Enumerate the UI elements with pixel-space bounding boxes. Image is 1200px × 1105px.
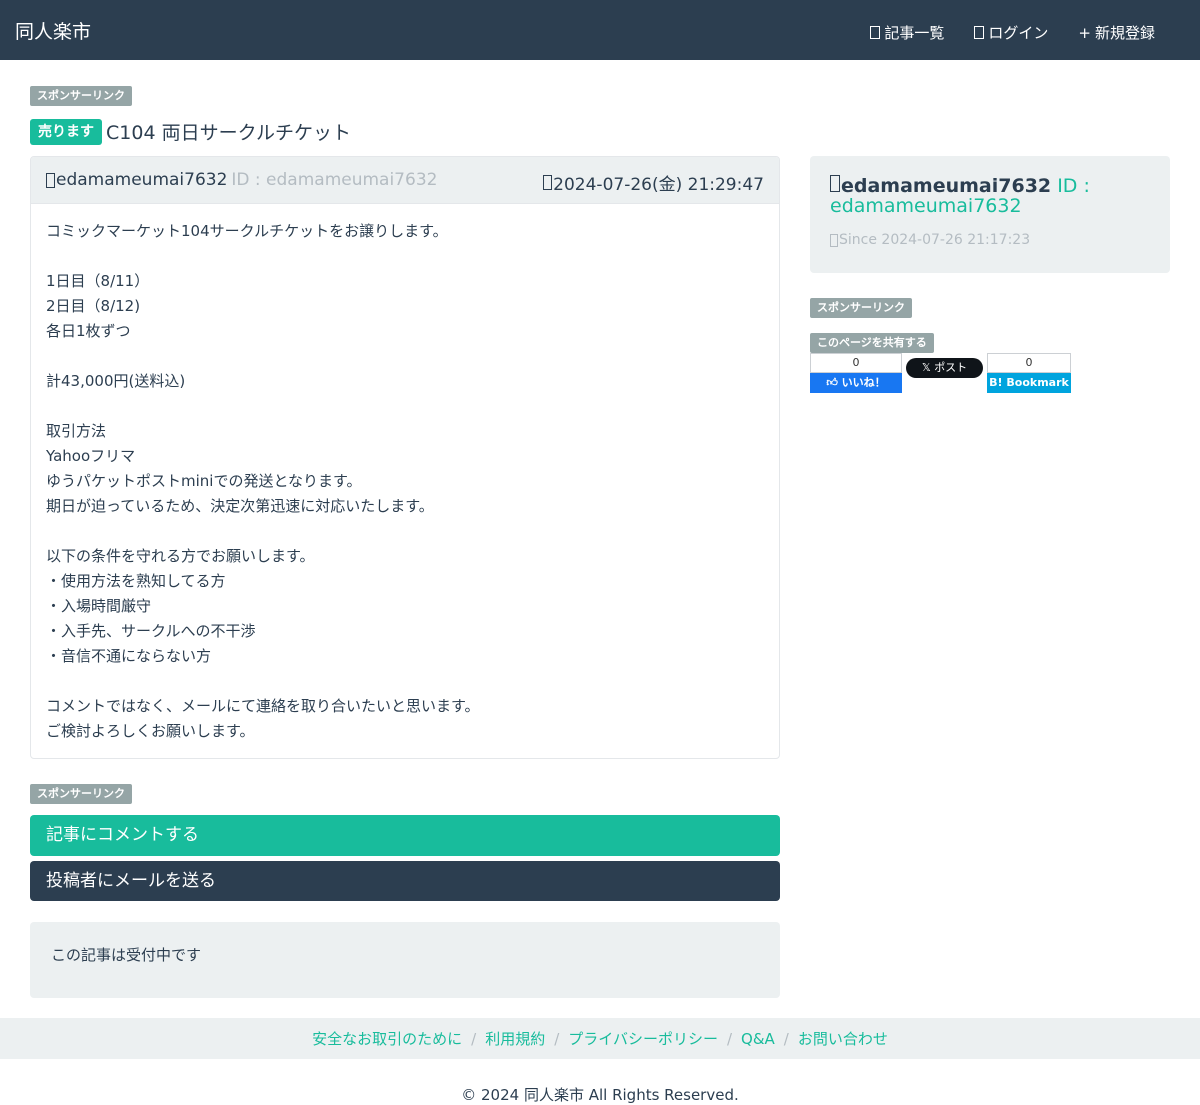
list-icon [870, 26, 881, 39]
sponsor-badge-middle: スポンサーリンク [30, 784, 132, 804]
clock-icon [543, 175, 553, 190]
hb-label-row: B! Bookmark [987, 373, 1071, 393]
sidebar-since-text: Since 2024-07-26 21:17:23 [839, 232, 1031, 248]
nav-links: 記事一覧 ログイン + 新規登録 [870, 22, 1155, 43]
post-header: edamameumai7632 ID : edamameumai7632 202… [31, 157, 779, 204]
status-text: この記事は受付中です [51, 946, 202, 964]
post-author-id: ID : edamameumai7632 [231, 170, 438, 190]
plus-icon: + [1078, 23, 1091, 42]
sponsor-badge-top: スポンサーリンク [30, 86, 132, 106]
fb-like-count: 0 [810, 353, 902, 373]
post-body: コミックマーケット104サークルチケットをお譲りします。 1日目（8/11） 2… [46, 222, 480, 740]
footer-link-safety[interactable]: 安全なお取引のために [312, 1028, 462, 1049]
footer-link-qa[interactable]: Q&A [741, 1030, 775, 1048]
footer-links: 安全なお取引のために / 利用規約 / プライバシーポリシー / Q&A / お… [0, 1018, 1200, 1059]
post-title: C104 両日サークルチケット [106, 122, 352, 144]
user-icon [46, 172, 55, 188]
facebook-like-button[interactable]: 0 👍︎ いいね！ [810, 353, 902, 393]
nav-register-link[interactable]: + 新規登録 [1078, 22, 1155, 43]
sidebar-author: edamameumai7632 ID : edamameumai7632 [830, 175, 1150, 216]
nav-login-link[interactable]: ログイン [974, 22, 1048, 43]
site-brand[interactable]: 同人楽市 [15, 17, 91, 44]
post-type-badge: 売ります [30, 118, 102, 145]
x-logo-icon: 𝕏 [921, 361, 931, 374]
sidebar-since: Since 2024-07-26 21:17:23 [830, 232, 1030, 248]
hb-label: Bookmark [1006, 376, 1069, 389]
hatena-b-icon: B! [989, 376, 1003, 389]
nav-login-label: ログイン [988, 24, 1049, 42]
post-date: 2024-07-26(金) 21:29:47 [543, 170, 764, 195]
hatena-bookmark-button[interactable]: 0 B! Bookmark [987, 353, 1071, 393]
post-date-text: 2024-07-26(金) 21:29:47 [553, 175, 764, 195]
hb-count: 0 [987, 353, 1071, 373]
comment-button[interactable]: 記事にコメントする [30, 815, 780, 856]
login-icon [974, 26, 985, 39]
footer-separator: / [726, 1029, 733, 1048]
calendar-icon [830, 233, 838, 247]
footer-link-privacy[interactable]: プライバシーポリシー [568, 1028, 718, 1049]
mail-button[interactable]: 投稿者にメールを送る [30, 861, 780, 901]
copyright: © 2024 同人楽市 All Rights Reserved. [461, 1086, 739, 1104]
footer-link-terms[interactable]: 利用規約 [485, 1028, 545, 1049]
x-post-button[interactable]: 𝕏 ポスト [906, 358, 983, 378]
post-card: edamameumai7632 ID : edamameumai7632 202… [30, 156, 780, 759]
fb-like-label: 👍︎ いいね！ [810, 373, 902, 393]
thumbs-up-icon: 👍︎ [826, 376, 838, 389]
status-panel: この記事は受付中です [30, 922, 780, 998]
sidebar-author-name[interactable]: edamameumai7632 [841, 175, 1051, 197]
footer-separator: / [471, 1029, 477, 1048]
nav-register-label: 新規登録 [1094, 24, 1155, 42]
footer-separator: / [554, 1029, 560, 1048]
navbar: 同人楽市 記事一覧 ログイン + 新規登録 [0, 0, 1200, 60]
user-icon [830, 175, 840, 192]
nav-articles-link[interactable]: 記事一覧 [870, 22, 944, 43]
post-title-row: 売ります C104 両日サークルチケット [30, 118, 351, 145]
post-author-name[interactable]: edamameumai7632 [56, 170, 227, 190]
footer-separator: / [783, 1029, 789, 1048]
sponsor-badge-sidebar: スポンサーリンク [810, 298, 912, 318]
footer-link-contact[interactable]: お問い合わせ [798, 1028, 888, 1049]
post-author: edamameumai7632 ID : edamameumai7632 [46, 170, 437, 190]
author-panel: edamameumai7632 ID : edamameumai7632 Sin… [810, 156, 1170, 273]
share-label: このページを共有する [810, 333, 934, 353]
x-post-label: ポスト [934, 361, 968, 374]
share-buttons: 0 👍︎ いいね！ 𝕏 ポスト 0 B! Bookmark [810, 353, 1110, 393]
nav-articles-label: 記事一覧 [884, 24, 945, 42]
